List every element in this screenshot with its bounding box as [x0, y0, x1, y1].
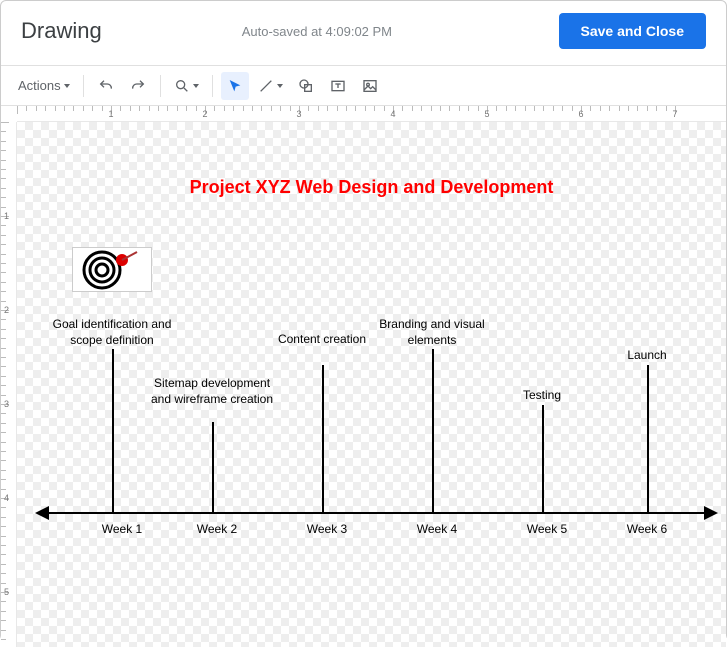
ruler-h-number: 2 [202, 109, 207, 119]
dartboard-icon [77, 250, 147, 290]
image-icon [362, 78, 378, 94]
milestone-stem [212, 422, 214, 512]
image-tool-button[interactable] [356, 72, 384, 100]
undo-button[interactable] [92, 72, 120, 100]
milestone-label: Launch [582, 348, 712, 364]
toolbar: Actions [1, 66, 726, 106]
drawing-canvas[interactable]: Project XYZ Web Design and Development G… [17, 122, 726, 647]
timeline-axis[interactable] [37, 512, 716, 514]
milestone-stem [112, 349, 114, 512]
week-label[interactable]: Week 3 [307, 522, 347, 536]
caret-down-icon [277, 84, 283, 88]
line-icon [258, 78, 274, 94]
textbox-tool-button[interactable] [324, 72, 352, 100]
toolbar-separator [83, 75, 84, 97]
milestone-stem [322, 365, 324, 512]
ruler-h-number: 1 [108, 109, 113, 119]
week-label[interactable]: Week 6 [627, 522, 667, 536]
toolbar-separator [160, 75, 161, 97]
ruler-horizontal: 1 2 3 4 5 6 7 [17, 106, 726, 122]
redo-icon [130, 78, 146, 94]
milestone-stem [432, 349, 434, 512]
line-tool-button[interactable] [253, 72, 288, 100]
milestone-label: Branding and visual elements [367, 317, 497, 348]
ruler-vertical: 1 2 3 4 5 [1, 122, 17, 647]
ruler-h-number: 5 [484, 109, 489, 119]
workspace: 1 2 3 4 5 Project XYZ Web Design and Develop… [1, 122, 726, 647]
undo-icon [98, 78, 114, 94]
milestone-label: Testing [477, 388, 607, 404]
select-tool-button[interactable] [221, 72, 249, 100]
caret-down-icon [193, 84, 199, 88]
zoom-icon [174, 78, 190, 94]
textbox-icon [330, 78, 346, 94]
ruler-h-number: 4 [390, 109, 395, 119]
ruler-v-number: 5 [4, 587, 9, 597]
milestone-label: Goal identification and scope definition [47, 317, 177, 348]
shape-tool-button[interactable] [292, 72, 320, 100]
ruler-h-number: 3 [296, 109, 301, 119]
ruler-v-number: 1 [4, 211, 9, 221]
dialog-header: Drawing Auto-saved at 4:09:02 PM Save an… [1, 1, 726, 66]
toolbar-separator [212, 75, 213, 97]
autosave-status: Auto-saved at 4:09:02 PM [102, 24, 559, 39]
caret-down-icon [64, 84, 70, 88]
actions-menu-button[interactable]: Actions [13, 72, 75, 100]
week-label[interactable]: Week 2 [197, 522, 237, 536]
milestone-stem [647, 365, 649, 512]
ruler-v-number: 4 [4, 493, 9, 503]
week-label[interactable]: Week 5 [527, 522, 567, 536]
cursor-icon [227, 78, 243, 94]
redo-button[interactable] [124, 72, 152, 100]
ruler-v-number: 3 [4, 399, 9, 409]
milestone-label: Sitemap development and wireframe creati… [147, 376, 277, 407]
save-and-close-button[interactable]: Save and Close [559, 13, 707, 49]
ruler-h-number: 6 [578, 109, 583, 119]
ruler-v-number: 2 [4, 305, 9, 315]
week-label[interactable]: Week 1 [102, 522, 142, 536]
shape-icon [298, 78, 314, 94]
dialog-title: Drawing [21, 18, 102, 44]
week-label[interactable]: Week 4 [417, 522, 457, 536]
milestone-stem [542, 405, 544, 512]
ruler-h-number: 7 [672, 109, 677, 119]
target-image[interactable] [72, 247, 152, 292]
actions-label: Actions [18, 78, 61, 93]
zoom-button[interactable] [169, 72, 204, 100]
drawing-heading[interactable]: Project XYZ Web Design and Development [17, 177, 726, 198]
